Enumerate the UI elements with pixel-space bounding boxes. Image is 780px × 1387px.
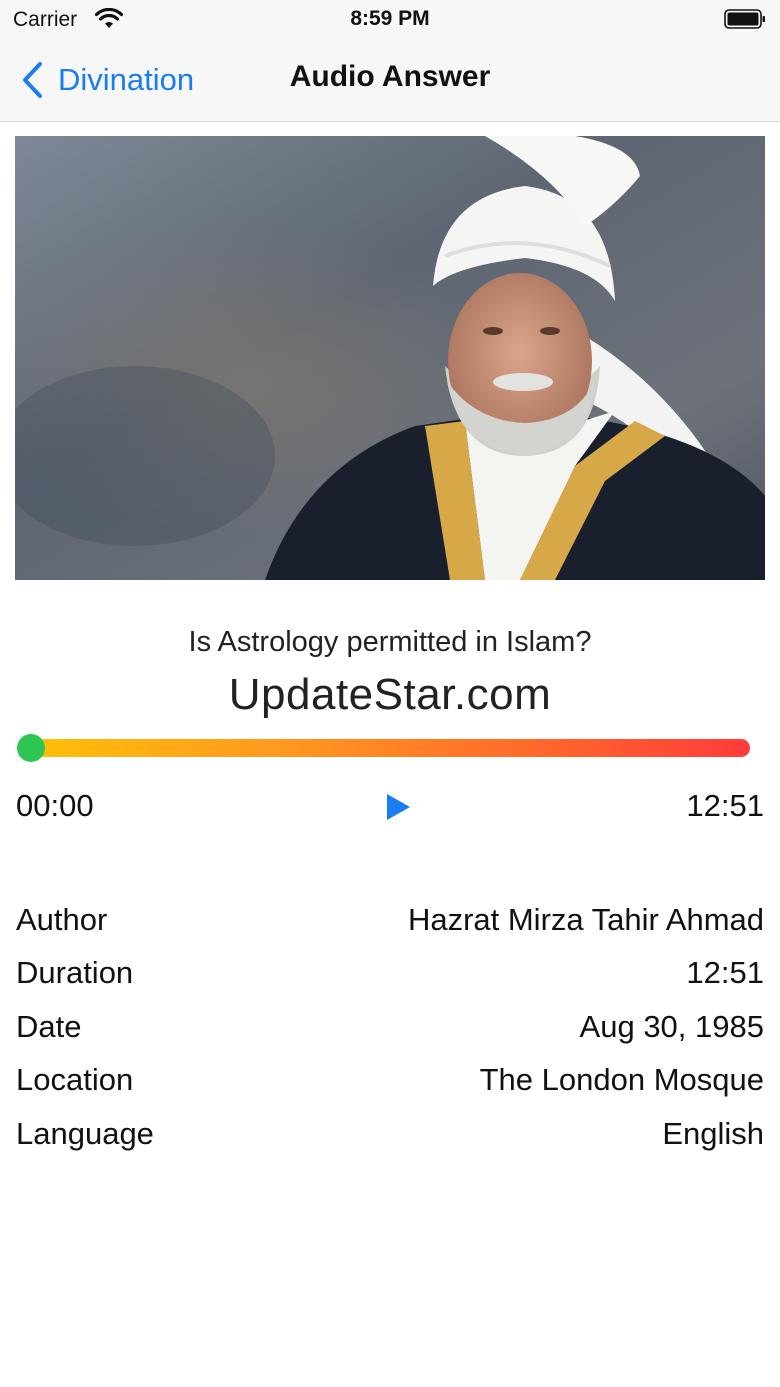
audio-progress-knob[interactable]: [17, 734, 45, 762]
detail-row-duration: Duration 12:51: [16, 947, 764, 1001]
detail-label: Location: [16, 1062, 134, 1098]
audio-progress-slider[interactable]: [18, 739, 750, 757]
detail-row-location: Location The London Mosque: [16, 1054, 764, 1108]
detail-row-date: Date Aug 30, 1985: [16, 1000, 764, 1054]
detail-value: Aug 30, 1985: [579, 1008, 764, 1044]
play-icon[interactable]: [380, 790, 414, 824]
detail-value: The London Mosque: [479, 1062, 764, 1098]
question-title: Is Astrology permitted in Islam?: [188, 626, 592, 658]
status-bar: Carrier 8:59 PM: [0, 0, 780, 40]
detail-label: Date: [16, 1008, 82, 1044]
detail-row-author: Author Hazrat Mirza Tahir Ahmad: [16, 893, 764, 947]
detail-label: Language: [16, 1115, 154, 1151]
detail-value: 12:51: [686, 955, 764, 991]
navigation-bar: Divination Audio Answer: [0, 40, 780, 122]
status-time: 8:59 PM: [350, 7, 430, 30]
detail-value: Hazrat Mirza Tahir Ahmad: [407, 901, 764, 937]
total-time: 12:51: [686, 788, 764, 823]
elapsed-time: 00:00: [16, 788, 94, 823]
battery-icon: [724, 9, 765, 29]
detail-label: Author: [16, 901, 108, 937]
speaker-portrait-image: [15, 136, 765, 580]
page-title: Audio Answer: [289, 60, 491, 93]
details-list: Author Hazrat Mirza Tahir Ahmad Duration…: [16, 893, 764, 1161]
detail-label: Duration: [16, 955, 134, 991]
watermark-text: UpdateStar.com: [228, 670, 552, 719]
detail-row-language: Language English: [16, 1107, 764, 1161]
detail-value: English: [662, 1115, 764, 1151]
